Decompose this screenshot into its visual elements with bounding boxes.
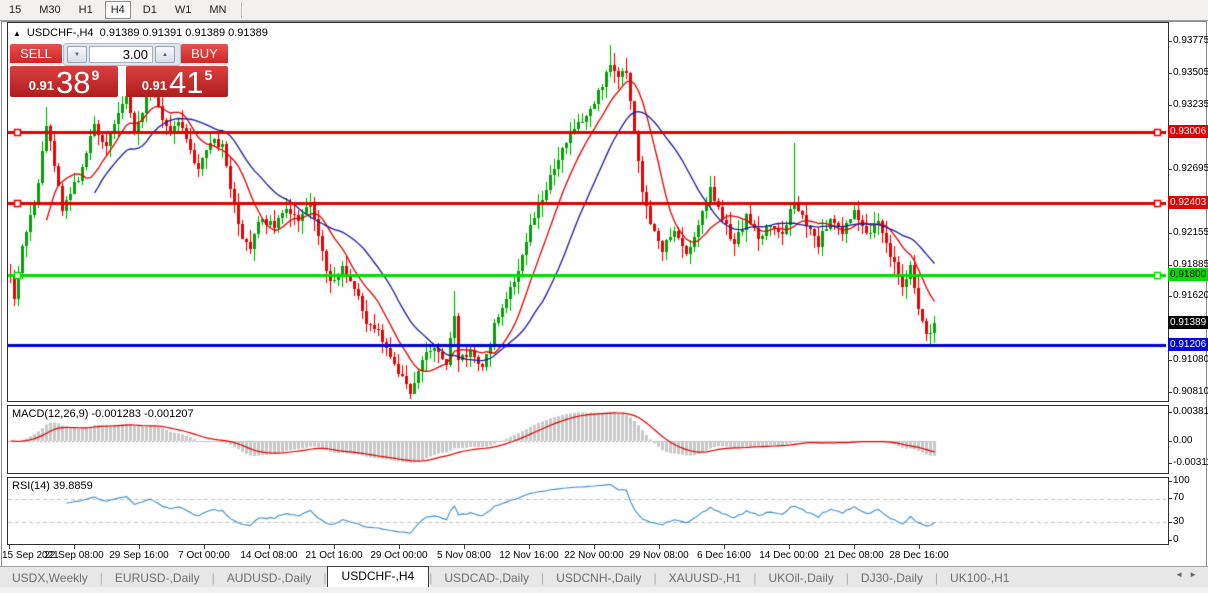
symbol-title: USDCHF-,H4 (26, 27, 94, 39)
volume-increase-button[interactable]: ▲ (155, 46, 175, 63)
price-axis-label: 0.91080 (1173, 354, 1208, 365)
tab-usdx-weekly[interactable]: USDX,Weekly (0, 569, 100, 587)
indicator-axis-label: 100 (1173, 475, 1190, 486)
volume-decrease-button[interactable]: ▼ (67, 46, 87, 63)
time-axis-tick (919, 545, 920, 549)
timeframe-d1[interactable]: D1 (137, 1, 163, 19)
price-axis-tick (1168, 481, 1172, 482)
tab-usdchf-h4[interactable]: USDCHF-,H4 (326, 566, 430, 587)
price-badge-0.91800: 0.91800 (1168, 267, 1208, 281)
price-axis-tick (1168, 360, 1172, 361)
trading-platform-window: 15 M30 H1 H4 D1 W1 MN ▲ USDCHF-,H4 0.91389 0.91… (0, 0, 1208, 593)
time-axis-tick (204, 545, 205, 549)
timeframe-h4[interactable]: H4 (104, 1, 131, 19)
price-axis-tick (1168, 463, 1172, 464)
buy-price-prefix: 0.91 (141, 78, 168, 93)
price-axis-tick (1168, 498, 1172, 499)
timeframe-w1[interactable]: W1 (169, 1, 198, 19)
price-axis-label: 0.93505 (1173, 66, 1208, 78)
price-axis-label: 0.92695 (1173, 162, 1208, 174)
indicator-axis-label: 0 (1173, 534, 1179, 545)
indicator-axis-label: 0.003811 (1173, 406, 1208, 417)
price-axis-tick (1168, 296, 1172, 298)
toolbar-separator (241, 2, 244, 18)
ohlc-readout: 0.91389 0.91391 0.91389 0.91389 (99, 27, 268, 39)
indicator-axis-label: 70 (1173, 492, 1185, 503)
price-badge-0.92403: 0.92403 (1168, 196, 1208, 210)
time-axis-tick (74, 545, 75, 549)
price-axis-label: 0.93235 (1173, 98, 1208, 110)
time-axis-tick (724, 545, 725, 549)
sell-price-sup: 9 (91, 67, 100, 83)
price-axis-label: 0.90810 (1173, 385, 1208, 397)
tab-audusd-daily[interactable]: AUDUSD-,Daily (215, 569, 324, 587)
time-axis-tick (659, 545, 660, 549)
sell-price-prefix: 0.91 (28, 78, 55, 93)
tab-eurusd-daily[interactable]: EURUSD-,Daily (103, 569, 212, 587)
timeframe-m30[interactable]: M30 (33, 1, 66, 19)
rsi-canvas[interactable] (8, 478, 1166, 542)
price-axis-tick (1168, 232, 1172, 234)
price-axis-tick (1168, 104, 1172, 106)
tab-usdcnh-daily[interactable]: USDCNH-,Daily (544, 569, 653, 587)
price-axis-tick (1168, 72, 1172, 74)
time-axis-tick (789, 545, 790, 549)
price-axis-tick (1168, 264, 1172, 266)
volume-spinner: ▼ ▲ (63, 43, 181, 66)
tab-ukoil-daily[interactable]: UKOil-,Daily (756, 569, 845, 587)
price-axis-tick (1168, 540, 1172, 541)
indicator-axis-label: 0.00 (1173, 435, 1193, 446)
time-axis-tick (529, 545, 530, 549)
price-axis-tick (1168, 168, 1172, 170)
time-axis-tick (334, 545, 335, 549)
time-axis-tick (854, 545, 855, 549)
tab-scroll-left-icon[interactable]: ◄ (1175, 570, 1189, 579)
tab-uk100-h1[interactable]: UK100-,H1 (938, 569, 1021, 587)
buy-price-big: 41 (169, 65, 204, 100)
timeframe-15[interactable]: 15 (3, 1, 27, 19)
price-badge-0.93006: 0.93006 (1168, 125, 1208, 139)
one-click-trade-panel: SELL ▼ ▲ BUY 0.91 38 9 0.91 41 5 (10, 43, 228, 98)
rsi-label: RSI(14) 39.8859 (12, 480, 93, 492)
time-axis-tick (269, 545, 270, 549)
price-axis-tick (1168, 391, 1172, 393)
sell-price[interactable]: 0.91 38 9 (10, 65, 118, 100)
tab-usdcad-daily[interactable]: USDCAD-,Daily (432, 569, 541, 587)
macd-label: MACD(12,26,9) -0.001283 -0.001207 (12, 408, 194, 420)
price-axis-tick (1168, 522, 1172, 523)
time-axis-tick (399, 545, 400, 549)
buy-price-sup: 5 (204, 67, 213, 83)
tab-dj30-daily[interactable]: DJ30-,Daily (849, 569, 935, 587)
tab-scroll-arrows: ◄► (1175, 570, 1203, 579)
volume-input[interactable] (89, 46, 153, 63)
collapse-arrow-icon[interactable]: ▲ (13, 29, 21, 38)
time-axis-label: 28 Dec 16:00 (889, 550, 949, 561)
symbol-tab-bar: USDX,Weekly | EURUSD-,Daily | AUDUSD-,Daily |… (0, 566, 1208, 588)
tab-scroll-right-icon[interactable]: ► (1189, 570, 1203, 579)
timeframe-toolbar: 15 M30 H1 H4 D1 W1 MN (0, 0, 1208, 21)
price-axis-label: 0.93775 (1173, 35, 1208, 46)
indicator-axis-label: -0.00311 (1173, 457, 1208, 468)
buy-price[interactable]: 0.91 41 5 (126, 65, 228, 100)
time-axis-tick (594, 545, 595, 549)
time-axis-tick (9, 545, 10, 549)
timeframe-h1[interactable]: H1 (73, 1, 99, 19)
time-axis-tick (464, 545, 465, 549)
tab-xauusd-h1[interactable]: XAUUSD-,H1 (657, 569, 754, 587)
price-axis-tick (1168, 441, 1172, 442)
price-axis-tick (1168, 41, 1172, 42)
status-strip (0, 587, 1208, 593)
price-axis-tick (1168, 412, 1172, 413)
price-axis-label: 0.92155 (1173, 226, 1208, 238)
chart-header: ▲ USDCHF-,H4 0.91389 0.91391 0.91389 0.91… (13, 27, 268, 39)
timeframe-mn[interactable]: MN (203, 1, 232, 19)
price-badge-0.91389: 0.91389 (1168, 316, 1208, 330)
buy-button[interactable]: BUY (181, 44, 228, 65)
sell-price-big: 38 (56, 65, 91, 100)
price-axis-label: 0.91620 (1173, 290, 1208, 302)
sell-button[interactable]: SELL (10, 44, 62, 65)
price-badge-0.91206: 0.91206 (1168, 338, 1208, 352)
indicator-axis-label: 30 (1173, 516, 1185, 527)
time-axis-tick (139, 545, 140, 549)
